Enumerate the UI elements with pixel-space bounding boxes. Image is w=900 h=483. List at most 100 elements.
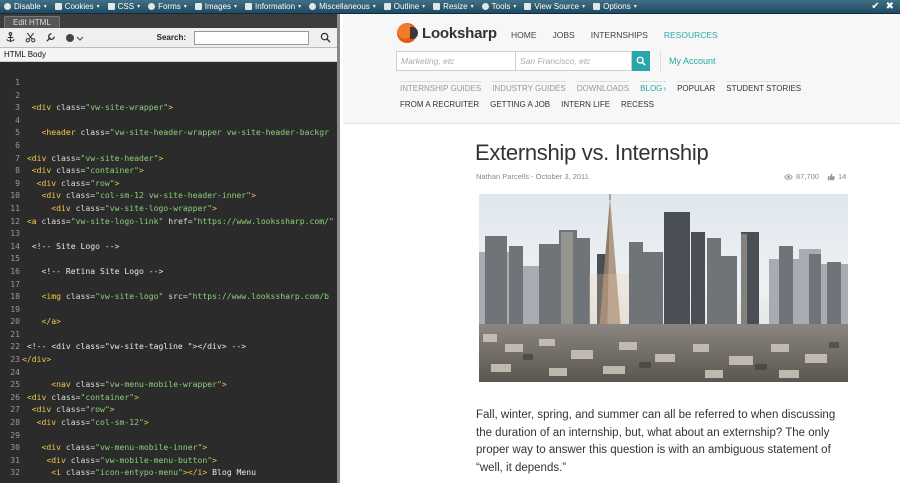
code-line: 2 — [0, 89, 337, 102]
code-line: 22 <!-- <div class="vw-site-tagline "></… — [0, 340, 337, 353]
color-picker-icon[interactable] — [64, 32, 86, 44]
caret-down-icon: ▾ — [43, 4, 47, 10]
toolbar-item-forms[interactable]: Forms ▾ — [144, 0, 191, 14]
site-header: Looksharp HOME JOBS INTERNSHIPS RESOURCES M… — [343, 14, 900, 124]
code-token: > — [251, 190, 256, 201]
code-line: 8 <div class="container"> — [0, 164, 337, 177]
line-number: 9 — [15, 177, 20, 188]
subnav-item-internship-guides[interactable]: INTERNSHIP GUIDES — [400, 81, 482, 93]
code-token: "vw-site-logo-wrapper" — [104, 202, 213, 213]
my-account-link[interactable]: My Account — [669, 56, 716, 66]
subnav-item-industry-guides[interactable]: INDUSTRY GUIDES — [492, 81, 566, 93]
location-input[interactable]: San Francisco, etc — [516, 51, 632, 71]
code-token: <div — [51, 202, 76, 213]
toolbar-item-miscellaneous[interactable]: Miscellaneous ▾ — [305, 0, 380, 14]
code-line: 5 <header class="vw-site-header-wrapper … — [0, 126, 337, 139]
code-token: class= — [41, 215, 71, 226]
toolbar-item-images[interactable]: Images ▾ — [191, 0, 241, 14]
code-token: > — [143, 417, 149, 428]
toolbar-item-outline[interactable]: Outline ▾ — [380, 0, 429, 14]
subnav-item-from-a-recruiter[interactable]: FROM A RECRUITER — [400, 100, 479, 109]
editor-search-input[interactable] — [194, 30, 309, 45]
code-token: <div — [36, 417, 61, 428]
caret-down-icon: ▾ — [298, 4, 302, 10]
nav-item-resources[interactable]: RESOURCES — [664, 30, 718, 40]
line-number: 6 — [15, 139, 20, 150]
css-icon — [107, 3, 115, 10]
code-editor[interactable]: 123 <div class="vw-site-wrapper"> 4 5 <hea… — [0, 76, 337, 481]
code-token: class= — [65, 467, 96, 478]
toolbar-item-disable[interactable]: Disable ▾ — [0, 0, 51, 14]
article-byline: Nathan Parcells - October 3, 2011 — [476, 172, 589, 181]
line-number: 19 — [10, 303, 20, 314]
subnav-item-downloads[interactable]: DOWNLOADS — [576, 81, 630, 93]
code-token: ></i> — [182, 467, 208, 478]
line-number: 10 — [10, 190, 20, 201]
eye-icon — [784, 173, 793, 180]
code-token: <div — [31, 404, 57, 415]
likes-stat[interactable]: 14 — [827, 172, 846, 181]
code-line: 3 <div class="vw-site-wrapper"> — [0, 101, 337, 114]
check-icon[interactable]: ✔ — [871, 1, 879, 12]
toolbar-item-resize[interactable]: Resize ▾ — [429, 0, 477, 14]
code-line: 15 — [0, 252, 337, 265]
nav-item-internships[interactable]: INTERNSHIPS — [591, 30, 648, 40]
code-line: 4 — [0, 114, 337, 127]
keyword-input[interactable]: Marketing, etc — [396, 51, 516, 71]
search-label: Search: — [156, 33, 186, 42]
code-token: > — [212, 202, 217, 213]
anchor-icon[interactable] — [4, 32, 16, 44]
subnav-item-popular[interactable]: POPULAR — [677, 81, 716, 93]
subnav-item-getting-a-job[interactable]: GETTING A JOB — [490, 100, 550, 109]
nav-item-jobs[interactable]: JOBS — [553, 30, 575, 40]
search-submit-button[interactable] — [632, 51, 650, 71]
code-line: 20 </a> — [0, 315, 337, 328]
code-line: 1 — [0, 76, 337, 89]
search-icon[interactable] — [317, 30, 333, 46]
code-token: <!-- Retina Site Logo --> — [41, 265, 164, 276]
code-line: 23 </div> — [0, 353, 337, 366]
code-token: > — [138, 165, 144, 176]
scissors-icon[interactable] — [24, 32, 36, 44]
toolbar-item-tools[interactable]: Tools ▾ — [478, 0, 521, 14]
line-number: 25 — [10, 379, 20, 390]
code-token: class= — [51, 152, 81, 163]
code-token: class= — [65, 442, 96, 453]
code-token: </div> — [22, 354, 52, 365]
close-icon[interactable]: ✖ — [886, 1, 894, 12]
search-icon — [636, 56, 646, 66]
subnav-item-student-stories[interactable]: STUDENT STORIES — [726, 81, 802, 93]
code-token: <div — [41, 442, 66, 453]
code-token: <!-- <div class="vw-site-tagline "></div… — [26, 341, 247, 352]
code-token: > — [114, 177, 120, 188]
nav-item-home[interactable]: HOME — [511, 30, 537, 40]
toolbar-item-css[interactable]: CSS ▾ — [104, 0, 144, 14]
site-logo[interactable]: Looksharp — [397, 23, 497, 43]
code-token: <div — [31, 102, 57, 113]
toolbar-item-view-source[interactable]: View Source ▾ — [520, 0, 589, 14]
code-line: 32 <i class="icon-entypo-menu"></i> Blog… — [0, 466, 337, 479]
code-token: <div — [26, 152, 52, 163]
subnav-item-recess[interactable]: RECESS — [621, 100, 654, 109]
subnav-item-blog[interactable]: BLOG — [640, 81, 663, 93]
toolbar-item-cookies[interactable]: Cookies ▾ — [51, 0, 104, 14]
tab-edit-html[interactable]: Edit HTML — [4, 16, 60, 28]
line-number: 27 — [10, 404, 20, 415]
line-number: 5 — [15, 127, 20, 138]
code-token: class= — [65, 291, 96, 302]
caret-down-icon: ▾ — [234, 4, 238, 10]
resize-icon — [433, 3, 441, 10]
info-icon — [245, 3, 253, 10]
code-token: <div — [46, 454, 71, 465]
toolbar-item-information[interactable]: Information ▾ — [241, 0, 305, 14]
toolbar-item-options[interactable]: Options ▾ — [589, 0, 641, 14]
subnav-item-intern-life[interactable]: INTERN LIFE — [561, 100, 610, 109]
settings-icon[interactable] — [44, 32, 56, 44]
code-line: 24 — [0, 366, 337, 379]
website-preview: Looksharp HOME JOBS INTERNSHIPS RESOURCES M… — [343, 14, 900, 483]
code-token: class= — [65, 190, 96, 201]
